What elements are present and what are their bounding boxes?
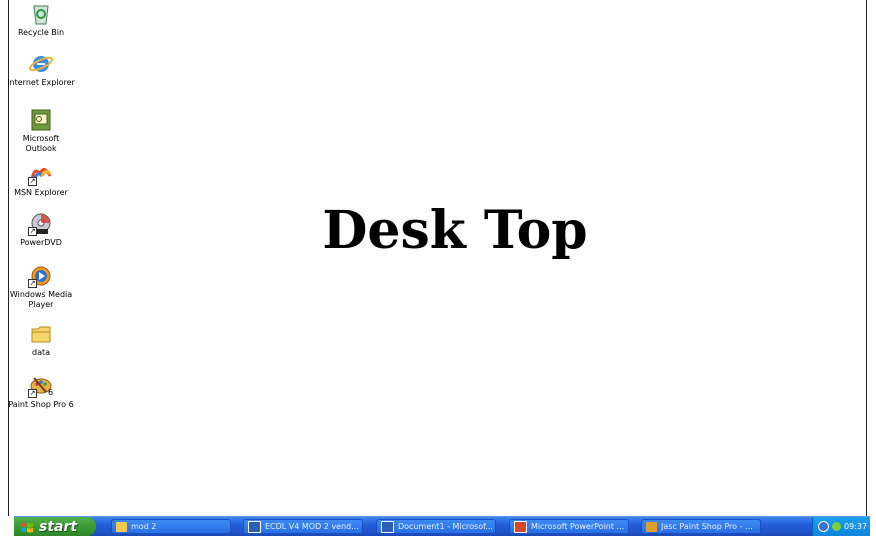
- desktop-icon-data-folder[interactable]: data: [6, 322, 76, 358]
- word-icon: [248, 520, 261, 533]
- powerdvd-icon: ↗: [28, 212, 54, 236]
- paint-shop-pro-icon: ↗ 6: [28, 374, 54, 398]
- task-label: mod 2: [131, 522, 157, 531]
- desktop-icon-label: Windows Media Player: [9, 290, 73, 309]
- desktop-icon-label: MSN Explorer: [14, 188, 68, 197]
- start-label: start: [39, 518, 78, 535]
- volume-icon[interactable]: [832, 522, 841, 531]
- shortcut-arrow-icon: ↗: [28, 227, 37, 236]
- desktop-icon-label: data: [31, 348, 51, 357]
- windows-flag-icon: [20, 521, 34, 533]
- clock[interactable]: 09:37: [844, 522, 867, 531]
- media-player-icon: ↗: [28, 264, 54, 288]
- task-label: Document1 - Microsof...: [398, 522, 493, 531]
- desktop-icon-media-player[interactable]: ↗ Windows Media Player: [6, 264, 76, 310]
- desktop-icon-label: Internet Explorer: [7, 78, 75, 87]
- desktop-icon-powerdvd[interactable]: ↗ PowerDVD: [6, 212, 76, 248]
- taskbar-button-document1[interactable]: Document1 - Microsof...: [376, 519, 496, 534]
- desktop-icon-label: Microsoft Outlook: [22, 134, 60, 153]
- taskbar-button-mod-2[interactable]: mod 2: [111, 519, 231, 534]
- desktop-icon-outlook[interactable]: Microsoft Outlook: [6, 108, 76, 154]
- word-icon: [381, 520, 394, 533]
- task-label: Jasc Paint Shop Pro - ...: [661, 522, 753, 531]
- system-tray: 09:37: [812, 517, 870, 536]
- desktop-icon-recycle-bin[interactable]: Recycle Bin: [6, 2, 76, 38]
- network-icon[interactable]: [818, 521, 829, 532]
- shortcut-arrow-icon: ↗: [28, 389, 37, 398]
- start-button[interactable]: start: [14, 517, 96, 536]
- powerpoint-icon: [514, 520, 527, 533]
- task-label: ECDL V4 MOD 2 vend...: [265, 522, 359, 531]
- desktop-icon-internet-explorer[interactable]: Internet Explorer: [6, 52, 76, 88]
- folder-icon: [28, 322, 54, 346]
- taskbar: start mod 2 ECDL V4 MOD 2 vend... Docume…: [14, 516, 870, 536]
- internet-explorer-icon: [28, 52, 54, 76]
- taskbar-button-paint-shop-pro[interactable]: Jasc Paint Shop Pro - ...: [641, 519, 761, 534]
- desktop-icon-label: Recycle Bin: [17, 28, 65, 37]
- shortcut-arrow-icon: ↗: [28, 177, 37, 186]
- shortcut-arrow-icon: ↗: [28, 279, 37, 288]
- recycle-bin-icon: [28, 2, 54, 26]
- folder-icon: [116, 521, 127, 532]
- outlook-icon: [28, 108, 54, 132]
- desktop-icon-msn-explorer[interactable]: ↗ MSN Explorer: [6, 162, 76, 198]
- icon-badge: 6: [48, 388, 54, 397]
- desktop-icon-label: Paint Shop Pro 6: [8, 400, 74, 409]
- desktop-icon-paint-shop-pro[interactable]: ↗ 6 Paint Shop Pro 6: [6, 374, 76, 410]
- msn-explorer-icon: ↗: [28, 162, 54, 186]
- task-label: Microsoft PowerPoint ...: [531, 522, 625, 531]
- taskbar-button-powerpoint[interactable]: Microsoft PowerPoint ...: [509, 519, 629, 534]
- taskbar-button-ecdl-doc[interactable]: ECDL V4 MOD 2 vend...: [243, 519, 363, 534]
- page-title: Desk Top: [322, 200, 588, 261]
- desktop-icon-label: PowerDVD: [20, 238, 62, 247]
- paint-shop-pro-icon: [646, 521, 657, 532]
